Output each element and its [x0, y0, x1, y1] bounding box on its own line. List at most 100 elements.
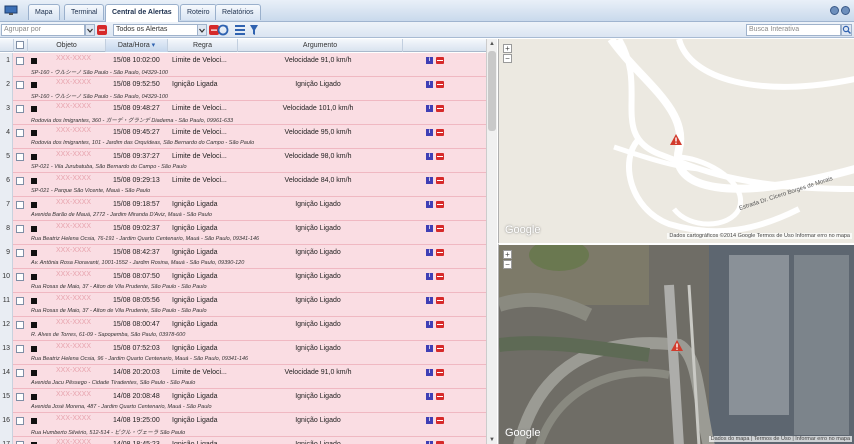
table-row[interactable]: 2 XXX-XXXX 15/08 09:52:50 Ignição Ligada… [0, 77, 486, 101]
monitor-icon[interactable] [4, 5, 18, 16]
table-row[interactable]: 13 XXX-XXXX 15/08 07:52:03 Ignição Ligad… [0, 341, 486, 365]
table-row[interactable]: 8 XXX-XXXX 15/08 09:02:37 Ignição Ligada… [0, 221, 486, 245]
delete-alert-icon[interactable] [436, 129, 444, 136]
google-logo[interactable]: Google [505, 427, 540, 439]
info-icon[interactable]: i [426, 393, 433, 400]
map-credit[interactable]: Dados cartográficos ©2014 Google Termos … [667, 233, 852, 239]
row-checkbox[interactable] [16, 81, 24, 89]
info-icon[interactable]: i [426, 81, 433, 88]
tab-relatorios[interactable]: Relatórios [215, 4, 261, 20]
select-all-checkbox[interactable] [16, 41, 24, 49]
alert-filter-dropdown-button[interactable] [197, 24, 207, 36]
info-icon[interactable]: i [426, 57, 433, 64]
info-icon[interactable]: i [426, 345, 433, 352]
row-checkbox[interactable] [16, 201, 24, 209]
info-icon[interactable]: i [426, 105, 433, 112]
scroll-up-icon[interactable]: ▲ [489, 41, 495, 47]
row-checkbox[interactable] [16, 177, 24, 185]
table-row[interactable]: 4 XXX-XXXX 15/08 09:45:27 Limite de Velo… [0, 125, 486, 149]
row-checkbox[interactable] [16, 417, 24, 425]
zoom-in-button[interactable]: + [503, 250, 512, 259]
tab-central-de-alertas[interactable]: Central de Alertas [105, 4, 179, 22]
funnel-icon[interactable] [249, 24, 259, 36]
scrollbar-thumb[interactable] [488, 51, 496, 131]
delete-alert-icon[interactable] [436, 225, 444, 232]
info-icon[interactable]: i [426, 201, 433, 208]
row-checkbox[interactable] [16, 273, 24, 281]
search-button[interactable] [841, 24, 852, 36]
delete-alert-icon[interactable] [436, 81, 444, 88]
row-checkbox[interactable] [16, 321, 24, 329]
row-checkbox[interactable] [16, 105, 24, 113]
table-row[interactable]: 1 XXX-XXXX 15/08 10:02:00 Limite de Velo… [0, 53, 486, 77]
delete-alert-icon[interactable] [436, 393, 444, 400]
group-by-input[interactable]: Agrupar por [1, 24, 85, 36]
info-icon[interactable]: i [426, 129, 433, 136]
google-logo[interactable]: Google [505, 224, 540, 236]
header-datahora[interactable]: Data/Hora ▾ [106, 39, 168, 52]
road-map[interactable]: Estrada Dr. Cícero Borges de Morais + − … [498, 39, 854, 243]
clear-group-button[interactable] [97, 25, 107, 35]
header-regra[interactable]: Regra [168, 39, 238, 52]
grid-scrollbar[interactable]: ▲ ▼ [486, 39, 497, 444]
delete-alert-icon[interactable] [436, 273, 444, 280]
row-checkbox[interactable] [16, 345, 24, 353]
info-icon[interactable]: i [426, 417, 433, 424]
row-checkbox[interactable] [16, 153, 24, 161]
zoom-in-button[interactable]: + [503, 44, 512, 53]
delete-alert-icon[interactable] [436, 297, 444, 304]
info-icon[interactable]: i [426, 369, 433, 376]
window-restore-icon[interactable] [830, 6, 839, 15]
group-by-dropdown-button[interactable] [85, 24, 95, 36]
delete-alert-icon[interactable] [436, 417, 444, 424]
warning-icon[interactable] [670, 134, 682, 147]
info-icon[interactable]: i [426, 273, 433, 280]
delete-alert-icon[interactable] [436, 369, 444, 376]
header-objeto[interactable]: Objeto [28, 39, 106, 52]
table-row[interactable]: 9 XXX-XXXX 15/08 08:42:37 Ignição Ligada… [0, 245, 486, 269]
info-icon[interactable]: i [426, 249, 433, 256]
info-icon[interactable]: i [426, 177, 433, 184]
table-row[interactable]: 10 XXX-XXXX 15/08 08:07:50 Ignição Ligad… [0, 269, 486, 293]
alert-filter-select[interactable]: Todos os Alertas [113, 24, 198, 36]
table-row[interactable]: 15 XXX-XXXX 14/08 20:08:48 Ignição Ligad… [0, 389, 486, 413]
table-row[interactable]: 6 XXX-XXXX 15/08 09:29:13 Limite de Velo… [0, 173, 486, 197]
delete-alert-icon[interactable] [436, 321, 444, 328]
refresh-icon[interactable] [217, 24, 229, 36]
zoom-out-button[interactable]: − [503, 260, 512, 269]
row-checkbox[interactable] [16, 129, 24, 137]
scroll-down-icon[interactable]: ▼ [489, 437, 495, 443]
delete-alert-icon[interactable] [436, 153, 444, 160]
row-checkbox[interactable] [16, 225, 24, 233]
row-checkbox[interactable] [16, 369, 24, 377]
table-row[interactable]: 7 XXX-XXXX 15/08 09:18:57 Ignição Ligada… [0, 197, 486, 221]
satellite-map[interactable]: + − Google Dados do mapa | Termos de Uso… [498, 243, 854, 444]
table-row[interactable]: 14 XXX-XXXX 14/08 20:20:03 Limite de Vel… [0, 365, 486, 389]
delete-alert-icon[interactable] [436, 249, 444, 256]
warning-icon[interactable] [671, 340, 683, 353]
group-icon[interactable] [235, 24, 245, 36]
table-row[interactable]: 5 XXX-XXXX 15/08 09:37:27 Limite de Velo… [0, 149, 486, 173]
table-row[interactable]: 17 XXX-XXXX 14/08 18:45:23 Ignição Ligad… [0, 437, 486, 444]
header-select-all[interactable] [14, 39, 28, 52]
info-icon[interactable]: i [426, 225, 433, 232]
table-row[interactable]: 11 XXX-XXXX 15/08 08:05:56 Ignição Ligad… [0, 293, 486, 317]
header-argumento[interactable]: Argumento [238, 39, 403, 52]
table-row[interactable]: 12 XXX-XXXX 15/08 08:00:47 Ignição Ligad… [0, 317, 486, 341]
tab-roteiro[interactable]: Roteiro [180, 4, 217, 20]
window-close-icon[interactable] [841, 6, 850, 15]
table-row[interactable]: 16 XXX-XXXX 14/08 19:25:00 Ignição Ligad… [0, 413, 486, 437]
tab-mapa[interactable]: Mapa [28, 4, 60, 20]
delete-alert-icon[interactable] [436, 105, 444, 112]
row-checkbox[interactable] [16, 57, 24, 65]
table-row[interactable]: 3 XXX-XXXX 15/08 09:48:27 Limite de Velo… [0, 101, 486, 125]
row-checkbox[interactable] [16, 393, 24, 401]
info-icon[interactable]: i [426, 153, 433, 160]
tab-terminal[interactable]: Terminal [64, 4, 105, 20]
delete-alert-icon[interactable] [436, 57, 444, 64]
map-credit[interactable]: Dados do mapa | Termos de Uso | Informar… [708, 436, 852, 442]
zoom-out-button[interactable]: − [503, 54, 512, 63]
row-checkbox[interactable] [16, 249, 24, 257]
delete-alert-icon[interactable] [436, 345, 444, 352]
search-input[interactable]: Busca Interativa [746, 24, 841, 36]
